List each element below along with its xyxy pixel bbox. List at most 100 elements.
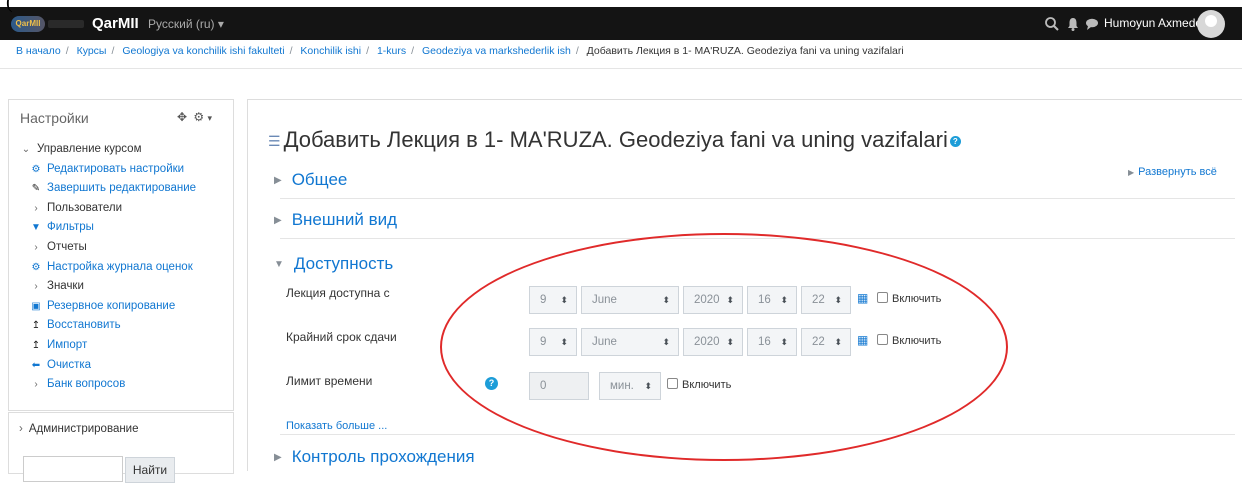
settings-item-backup[interactable]: ▣ Резервное копирование <box>19 297 196 317</box>
main-form: ☰ Добавить Лекция в 1- MA'RUZA. Geodeziya… <box>247 99 1242 471</box>
settings-item-label: Настройка журнала оценок <box>47 260 193 273</box>
time-limit-enable-checkbox[interactable]: Включить <box>667 378 731 391</box>
gear-icon: ⚙ <box>31 261 41 273</box>
breadcrumb-department[interactable]: Konchilik ishi <box>300 45 361 57</box>
chevron-right-icon: › <box>19 423 23 435</box>
deadline-year-select[interactable]: 2020 ⬍ <box>683 328 743 356</box>
section-general[interactable]: ▶ Общее <box>274 170 347 190</box>
deadline-minute-select[interactable]: 22 ⬍ <box>801 328 851 356</box>
checkbox-label: Включить <box>892 335 942 347</box>
section-appearance[interactable]: ▶ Внешний вид <box>274 210 397 230</box>
breadcrumb: В начало / Курсы / Geologiya va konchilik … <box>16 45 904 57</box>
caret-down-icon: ▼ <box>274 259 284 271</box>
time-limit-unit-select[interactable]: мин. ⬍ <box>599 372 661 400</box>
breadcrumb-divider <box>0 68 1242 69</box>
course-admin-label: Управление курсом <box>37 143 142 155</box>
administration-label: Администрирование <box>28 423 139 435</box>
search-icon[interactable] <box>1044 16 1060 32</box>
settings-item-label: Отчеты <box>47 240 87 253</box>
settings-item-restore[interactable]: ↥ Восстановить <box>19 316 196 336</box>
settings-title: Настройки <box>20 110 89 126</box>
chevron-down-icon[interactable]: ▾ <box>208 113 213 123</box>
section-completion[interactable]: ▶ Контроль прохождения <box>274 447 475 467</box>
select-value: June <box>592 294 617 306</box>
breadcrumb-course[interactable]: Geodeziya va markshederlik ish <box>422 45 571 57</box>
calendar-icon[interactable]: ▦ <box>857 333 868 347</box>
administration-node[interactable]: › Администрирование <box>19 423 139 435</box>
breadcrumb-year[interactable]: 1-kurs <box>377 45 406 57</box>
settings-item-question-bank[interactable]: › Банк вопросов <box>19 375 196 395</box>
deadline-day-select[interactable]: 9 ⬍ <box>529 328 577 356</box>
course-admin-node[interactable]: ⌄ Управление курсом <box>19 140 196 160</box>
breadcrumb-current: Добавить Лекция в 1- MA'RUZA. Geodeziya … <box>586 45 904 57</box>
available-from-enable-checkbox[interactable]: Включить <box>877 292 941 305</box>
page-top <box>0 0 1242 7</box>
search-button[interactable]: Найти <box>125 457 175 483</box>
settings-item-users[interactable]: › Пользователи <box>19 199 196 219</box>
caret-right-icon: ▶ <box>1128 168 1135 177</box>
available-from-month-select[interactable]: June ⬍ <box>581 286 679 314</box>
breadcrumb-courses[interactable]: Курсы <box>77 45 107 57</box>
pencil-icon: ✎ <box>31 183 41 195</box>
logo-decoration <box>48 20 84 28</box>
checkbox-label: Включить <box>682 379 732 391</box>
deadline-hour-select[interactable]: 16 ⬍ <box>747 328 797 356</box>
caret-right-icon: ▶ <box>274 175 282 187</box>
caret-right-icon: ▶ <box>274 452 282 464</box>
section-availability[interactable]: ▼ Доступность <box>274 254 393 274</box>
settings-search-input[interactable] <box>23 456 123 482</box>
admin-block: › Администрирование Найти <box>8 412 234 483</box>
select-value: 22 <box>812 294 825 306</box>
settings-tree: ⌄ Управление курсом ⚙ Редактировать наст… <box>19 140 196 395</box>
navbar: QarMII QarMII Русский (ru) ▾ Humoyun Axm… <box>0 7 1242 40</box>
settings-item-badges[interactable]: › Значки <box>19 277 196 297</box>
deadline-month-select[interactable]: June ⬍ <box>581 328 679 356</box>
settings-item-finish-edit[interactable]: ✎ Завершить редактирование <box>19 179 196 199</box>
breadcrumb-home[interactable]: В начало <box>16 45 61 57</box>
select-value: 16 <box>758 294 771 306</box>
expand-all-label: Развернуть всё <box>1138 166 1217 178</box>
brand-name[interactable]: QarMII <box>92 15 139 32</box>
settings-item-label: Фильтры <box>47 221 94 234</box>
select-arrows-icon: ⬍ <box>834 337 842 347</box>
breadcrumb-faculty[interactable]: Geologiya va konchilik ishi fakulteti <box>122 45 284 57</box>
deadline-enable-checkbox[interactable]: Включить <box>877 334 941 347</box>
gear-icon: ⚙ <box>31 163 41 175</box>
chevron-right-icon: › <box>34 281 38 293</box>
settings-item-reports[interactable]: › Отчеты <box>19 238 196 258</box>
select-arrows-icon: ⬍ <box>780 337 788 347</box>
settings-item-edit[interactable]: ⚙ Редактировать настройки <box>19 160 196 180</box>
calendar-icon[interactable]: ▦ <box>857 291 868 305</box>
messages-icon[interactable] <box>1084 16 1100 32</box>
chevron-right-icon: › <box>34 202 38 214</box>
bell-icon[interactable] <box>1065 16 1081 32</box>
move-icon[interactable]: ✥ <box>177 110 187 124</box>
settings-block: Настройки ✥ ⚙ ▾ ⌄ Управление курсом ⚙ Ре… <box>8 99 234 411</box>
site-logo[interactable]: QarMII <box>11 16 45 32</box>
expand-all-link[interactable]: ▶ Развернуть всё <box>1128 166 1217 178</box>
show-more-link[interactable]: Показать больше ... <box>286 420 387 432</box>
available-from-day-select[interactable]: 9 ⬍ <box>529 286 577 314</box>
settings-item-label: Восстановить <box>47 319 121 332</box>
settings-item-reset[interactable]: ⬅ Очистка <box>19 356 196 376</box>
select-value: 16 <box>758 336 771 348</box>
settings-item-gradebook[interactable]: ⚙ Настройка журнала оценок <box>19 258 196 278</box>
time-limit-input[interactable]: 0 <box>529 372 589 400</box>
user-name[interactable]: Humoyun Axmedov <box>1104 16 1208 30</box>
help-icon[interactable]: ? <box>485 377 498 390</box>
available-from-minute-select[interactable]: 22 ⬍ <box>801 286 851 314</box>
chevron-right-icon: › <box>34 379 38 391</box>
help-icon[interactable]: ? <box>949 135 961 147</box>
language-menu[interactable]: Русский (ru) ▾ <box>148 17 224 31</box>
settings-item-filters[interactable]: ▼ Фильтры <box>19 218 196 238</box>
settings-item-import[interactable]: ↥ Импорт <box>19 336 196 356</box>
gear-icon[interactable]: ⚙ <box>193 110 204 124</box>
section-divider <box>280 238 1235 239</box>
available-from-year-select[interactable]: 2020 ⬍ <box>683 286 743 314</box>
page-icon: ☰ <box>268 132 281 149</box>
select-arrows-icon: ⬍ <box>726 337 734 347</box>
available-from-label: Лекция доступна с <box>286 286 390 300</box>
avatar[interactable] <box>1197 10 1225 38</box>
select-value: 2020 <box>694 336 720 348</box>
available-from-hour-select[interactable]: 16 ⬍ <box>747 286 797 314</box>
